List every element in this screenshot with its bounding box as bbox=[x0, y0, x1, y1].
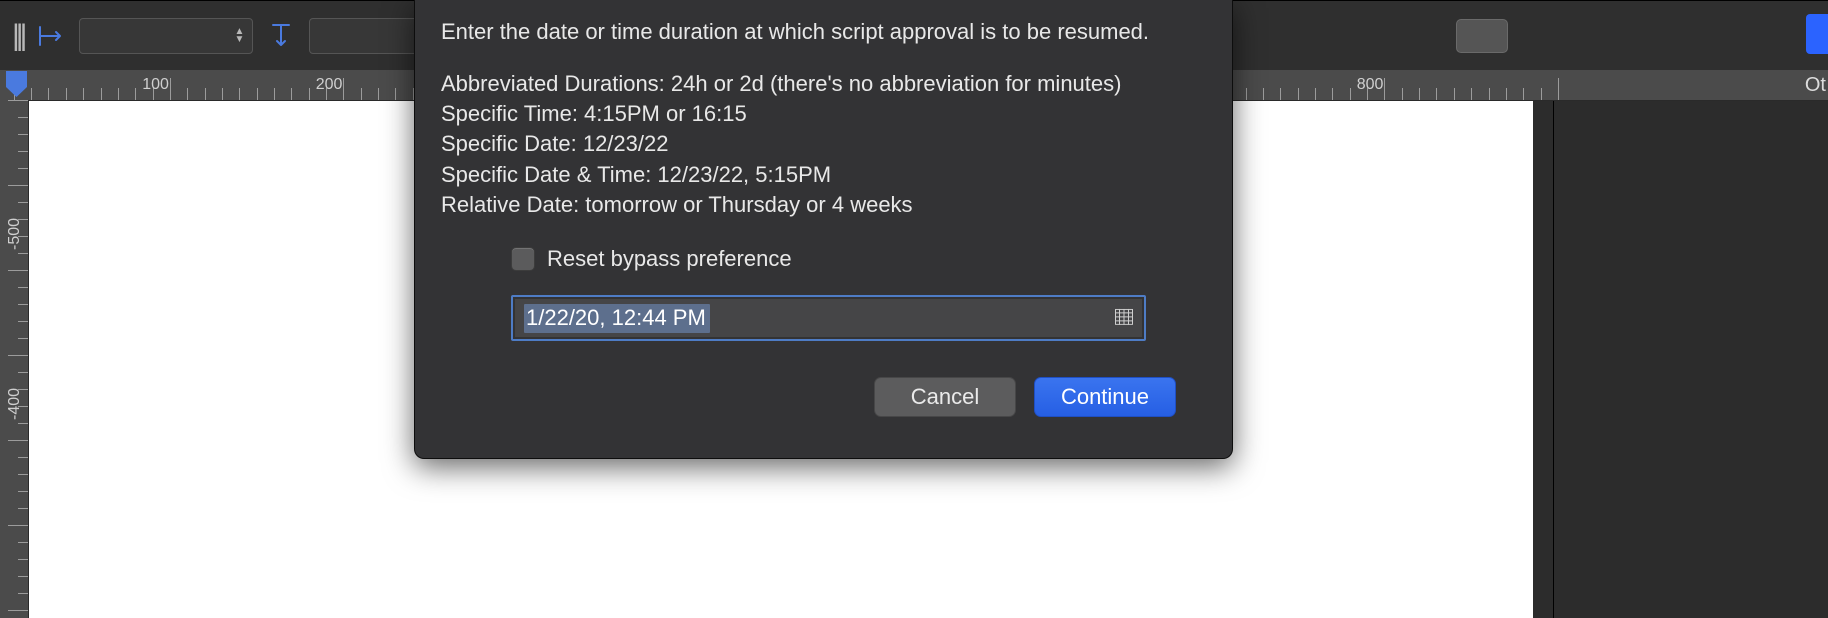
calendar-icon[interactable] bbox=[1115, 304, 1133, 332]
date-input-value: 1/22/20, 12:44 PM bbox=[524, 304, 710, 333]
hint-abbreviated: Abbreviated Durations: 24h or 2d (there'… bbox=[441, 70, 1206, 98]
hint-specific-datetime: Specific Date & Time: 12/23/22, 5:15PM bbox=[441, 161, 1206, 189]
vruler-label: -400 bbox=[6, 388, 24, 420]
hint-specific-date: Specific Date: 12/23/22 bbox=[441, 130, 1206, 158]
toolbar-handles-icon[interactable]: ||| bbox=[12, 19, 23, 53]
date-input[interactable]: 1/22/20, 12:44 PM bbox=[515, 299, 1142, 337]
cancel-button-label: Cancel bbox=[911, 383, 979, 411]
vruler-label: -500 bbox=[6, 218, 24, 250]
hruler-label: 200 bbox=[316, 76, 343, 94]
date-input-focus-ring: 1/22/20, 12:44 PM bbox=[511, 295, 1146, 341]
ruler-origin-marker[interactable] bbox=[5, 70, 28, 98]
field-x[interactable]: ▲▼ bbox=[79, 18, 253, 54]
continue-button[interactable]: Continue bbox=[1034, 377, 1176, 417]
reset-bypass-label: Reset bypass preference bbox=[547, 245, 792, 273]
continue-button-label: Continue bbox=[1061, 383, 1149, 411]
hint-relative-date: Relative Date: tomorrow or Thursday or 4… bbox=[441, 191, 1206, 219]
baseline-icon[interactable] bbox=[267, 22, 295, 50]
script-approval-dialog: Enter the date or time duration at which… bbox=[414, 0, 1233, 459]
truncated-right-label: Ot bbox=[1805, 74, 1826, 97]
app-root: ||| ▲▼ /* placeholder to keep single blo… bbox=[0, 0, 1828, 618]
hruler-label: 800 bbox=[1357, 76, 1384, 94]
cancel-button[interactable]: Cancel bbox=[874, 377, 1016, 417]
tab-width-icon[interactable] bbox=[37, 22, 65, 50]
canvas-gap bbox=[1533, 100, 1553, 618]
properties-panel[interactable] bbox=[1553, 100, 1828, 618]
vertical-ruler[interactable]: -500 -400 bbox=[0, 100, 29, 618]
hruler-label: 100 bbox=[142, 76, 169, 94]
toolbar-swatch[interactable] bbox=[1456, 19, 1508, 53]
reset-bypass-checkbox[interactable] bbox=[511, 247, 535, 271]
stepper-icon[interactable]: ▲▼ bbox=[232, 28, 246, 44]
panel-tab[interactable] bbox=[1806, 14, 1828, 54]
hint-specific-time: Specific Time: 4:15PM or 16:15 bbox=[441, 100, 1206, 128]
dialog-lead-text: Enter the date or time duration at which… bbox=[441, 18, 1206, 46]
